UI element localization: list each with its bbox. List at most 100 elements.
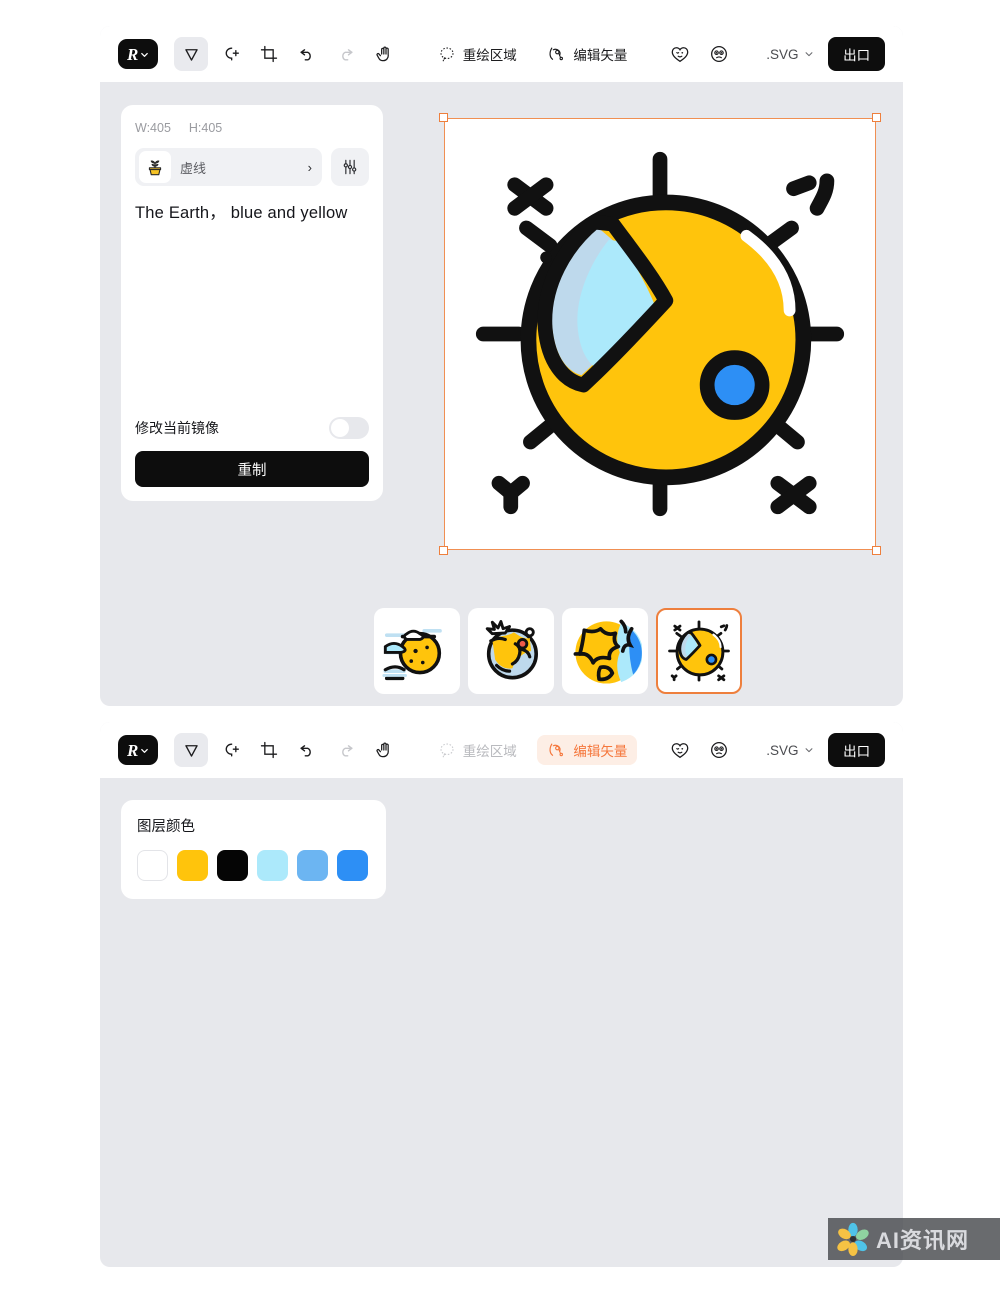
settings-sliders-button[interactable] [331,148,369,186]
variant-thumbnail-strip [374,608,742,694]
export-button-2[interactable]: 出口 [828,733,886,767]
select-tool-button-2[interactable] [174,733,208,767]
canvas-top[interactable] [439,113,881,555]
dashed-lasso-icon [440,47,454,62]
color-swatch-bright-blue[interactable] [337,850,368,881]
dashed-lasso-icon [440,743,454,758]
round-worried-face-icon [711,46,728,62]
variant-2-preview [485,620,538,680]
canvas-artboard [444,118,876,550]
flower-logo-icon [837,1222,869,1256]
app-logo-button-2[interactable]: R [118,735,159,765]
cursor-arrow-icon [184,48,198,61]
heart-wink-face-icon [672,743,689,759]
color-swatch-mid-blue[interactable] [297,850,328,881]
potted-plant-icon [148,160,162,176]
redraw-region-button[interactable]: 重绘区域 [428,39,527,69]
heart-wink-face-icon [672,47,689,63]
modify-current-image-row: 修改当前镜像 [135,417,369,439]
watermark-text: AI资讯网 [876,1228,970,1253]
chevron-down-icon [141,748,149,753]
earth-sun-illustration [475,151,845,517]
app-logo-mark-2: R [127,740,139,760]
lasso-add-tool-button[interactable] [213,37,246,71]
sliders-icon [343,159,357,175]
regenerate-button[interactable]: 重制 [135,451,369,487]
round-face-button-2[interactable] [702,733,735,767]
chevron-down-icon [141,52,149,57]
edit-vector-button[interactable]: 编辑矢量 [537,39,637,69]
format-select[interactable]: .SVG [762,47,817,62]
redo-button[interactable] [329,37,362,71]
format-value-2: .SVG [766,742,799,758]
dimensions-readout: W:405 H:405 [135,121,369,135]
cursor-arrow-icon [184,744,198,757]
color-swatch-yellow[interactable] [177,850,208,881]
heart-face-button[interactable] [664,37,697,71]
speck-dot [540,251,552,264]
lasso-plus-icon [225,47,239,61]
resize-handle-top-right[interactable] [872,113,881,122]
crop-tool-button[interactable] [252,37,285,71]
round-face-button[interactable] [702,37,735,71]
prompt-text[interactable]: The Earth， blue and yellow [135,200,369,227]
lasso-add-tool-button-2[interactable] [213,733,246,767]
heart-face-button-2[interactable] [664,733,697,767]
chevron-down-icon [805,52,812,57]
undo-button-2[interactable] [291,733,324,767]
modify-current-image-toggle[interactable] [329,417,369,439]
height-value: H:405 [188,121,223,135]
undo-arrow-icon [300,49,312,61]
style-thumbnail [139,151,171,183]
crop-icon [260,45,277,63]
redraw-region-label-2: 重绘区域 [462,744,517,759]
thumbnail-variant-3[interactable] [562,608,648,694]
edit-vector-icon [549,47,564,60]
color-swatch-white[interactable] [137,850,168,881]
app-logo-button[interactable]: R [118,39,159,69]
toolbar-top: R 重绘区域 编辑矢量 .SVG 出口 [100,26,903,82]
export-button[interactable]: 出口 [828,37,886,71]
hand-icon [376,742,389,758]
resize-handle-top-left[interactable] [439,113,448,122]
layer-color-panel: 图层颜色 [121,800,386,899]
edit-vector-button-2[interactable]: 编辑矢量 [537,735,638,765]
crop-tool-button-2[interactable] [252,733,285,767]
redo-arrow-icon [342,49,353,61]
style-selector-row: 虚线 › [135,148,369,186]
thumbnail-variant-4[interactable] [656,608,742,694]
modify-current-image-label: 修改当前镜像 [135,420,219,436]
hand-icon [376,46,389,62]
round-worried-face-icon [711,742,728,758]
screenshot-root: R 重绘区域 编辑矢量 .SVG 出口 W:405 H:405 虚线 › The… [0,0,1000,1290]
chevron-right-icon: › [307,159,312,175]
redo-arrow-icon [342,745,353,757]
resize-handle-bottom-right[interactable] [872,546,881,555]
format-value: .SVG [766,46,799,62]
pan-hand-button-2[interactable] [368,733,401,767]
blue-dot [699,350,770,420]
style-selector[interactable]: 虚线 › [135,148,322,186]
redo-button-2[interactable] [329,733,362,767]
resize-handle-bottom-left[interactable] [439,546,448,555]
undo-button[interactable] [291,37,324,71]
toolbar-bottom: R 重绘区域 编辑矢量 .SVG 出口 [100,722,903,778]
editor-window-top: R 重绘区域 编辑矢量 .SVG 出口 W:405 H:405 虚线 › The… [100,26,903,706]
edit-vector-label-2: 编辑矢量 [573,744,628,759]
redraw-region-button-2[interactable]: 重绘区域 [428,735,527,765]
app-logo-mark: R [127,44,139,64]
pan-hand-button[interactable] [368,37,401,71]
width-value: W:405 [135,121,171,135]
undo-arrow-icon [300,745,312,757]
layer-color-title: 图层颜色 [137,819,195,835]
select-tool-button[interactable] [174,37,208,71]
format-select-2[interactable]: .SVG [762,743,817,758]
panel-footer: 修改当前镜像 重制 [135,417,369,487]
thumbnail-variant-2[interactable] [468,608,554,694]
variant-3-preview [573,619,642,684]
thumbnail-variant-1[interactable] [374,608,460,694]
color-swatch-light-cyan[interactable] [257,850,288,881]
redraw-region-label: 重绘区域 [462,48,517,63]
chevron-down-icon [805,748,812,753]
color-swatch-black[interactable] [217,850,248,881]
